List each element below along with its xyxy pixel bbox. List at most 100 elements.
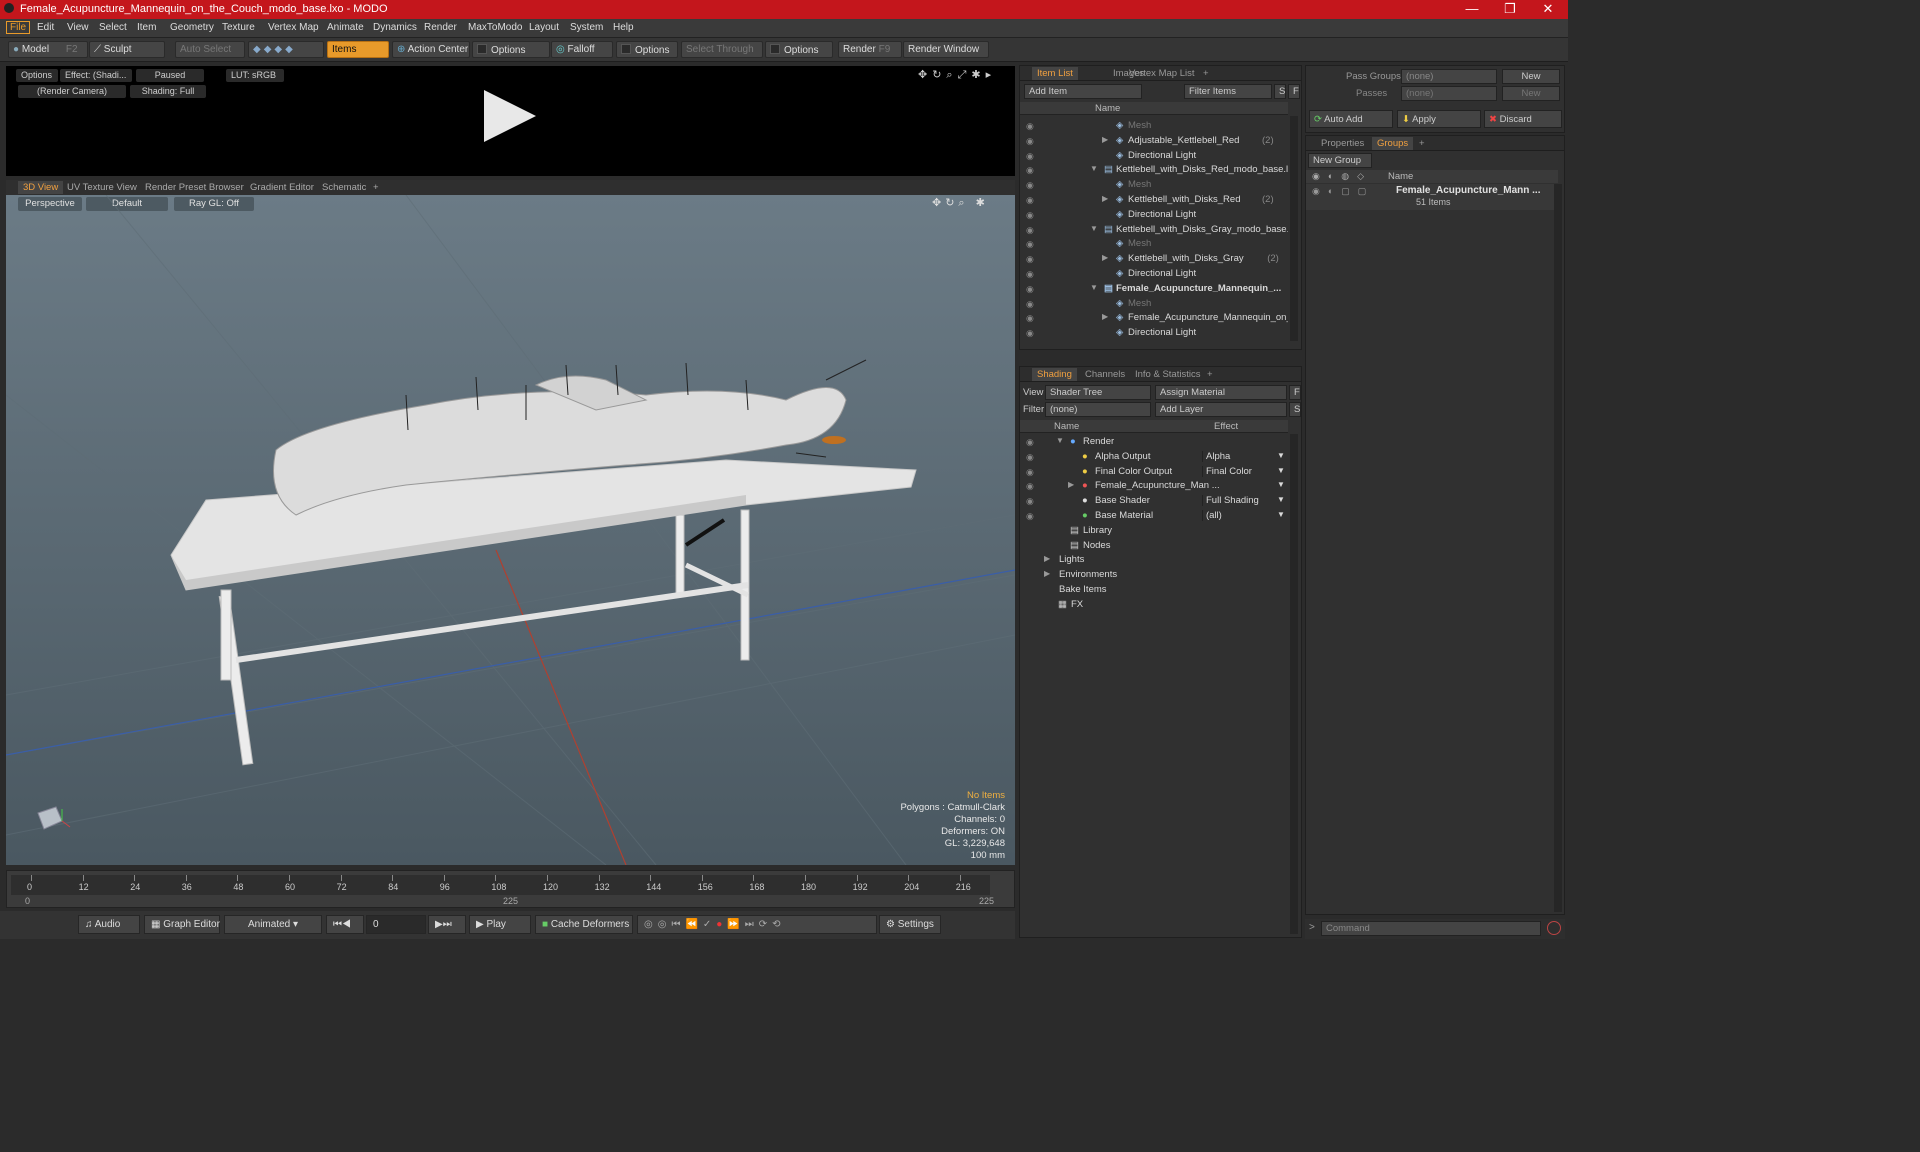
preview-shading-dropdown[interactable]: Shading: Full	[130, 85, 206, 98]
preview-lut-dropdown[interactable]: LUT: sRGB	[226, 69, 284, 82]
item-list-row[interactable]: ▶ ◈ Adjustable_Kettlebell_Red (2)	[1080, 135, 1288, 149]
item-list-row[interactable]: ▶ ◈ Kettlebell_with_Disks_Red (2)	[1080, 194, 1288, 208]
new-pass-button[interactable]: New	[1502, 86, 1560, 101]
visibility-eye-icon[interactable]: ◉	[1026, 511, 1036, 521]
passes-dropdown[interactable]: (none)	[1401, 86, 1497, 101]
menu-maxtomodo[interactable]: MaxToModo	[468, 22, 522, 33]
menu-geometry[interactable]: Geometry	[170, 22, 214, 33]
chevron-down-icon[interactable]: ▼	[1277, 510, 1285, 519]
render-window-button[interactable]: Render Window	[903, 41, 989, 58]
add-layer-dropdown[interactable]: Add Layer	[1155, 402, 1287, 417]
frame-field[interactable]: 0	[366, 915, 426, 934]
shading-filter-dropdown[interactable]: (none)	[1045, 402, 1151, 417]
menu-edit[interactable]: Edit	[37, 22, 54, 33]
tab-properties[interactable]: Properties	[1316, 137, 1369, 150]
menu-item[interactable]: Item	[137, 22, 156, 33]
expand-arrow-icon[interactable]: ▶	[1102, 194, 1108, 203]
shading-f-button[interactable]: F	[1289, 385, 1301, 400]
preview-paused-button[interactable]: Paused	[136, 69, 204, 82]
step-forward-button[interactable]: ▶⏭	[428, 915, 466, 934]
visibility-eye-icon[interactable]: ◉	[1026, 313, 1036, 323]
expand-arrow-icon[interactable]: ▶	[1102, 253, 1108, 262]
item-list-row[interactable]: ◈ Directional Light	[1080, 327, 1288, 341]
shader-tree-row[interactable]: Bake Items	[1044, 584, 1288, 598]
graph-editor-button[interactable]: ▦ Graph Editor	[144, 915, 220, 934]
action-center-button[interactable]: ⊕ Action Center	[392, 41, 470, 58]
chevron-down-icon[interactable]: ▼	[1277, 480, 1285, 489]
sculpt-mode-button[interactable]: ⟋ Sculpt	[89, 41, 165, 58]
new-group-button[interactable]: New Group	[1308, 153, 1372, 168]
expand-arrow-icon[interactable]: ▼	[1056, 436, 1064, 445]
add-item-dropdown[interactable]: Add Item	[1024, 84, 1142, 99]
pass-groups-dropdown[interactable]: (none)	[1401, 69, 1497, 84]
preview-nav-icons[interactable]: ✥↻⌕⤢✱▸	[918, 68, 996, 82]
group-row-toggles[interactable]: ◉◐▢▢	[1312, 186, 1374, 197]
visibility-eye-icon[interactable]: ◉	[1026, 225, 1036, 235]
expand-arrow-icon[interactable]: ▼	[1090, 283, 1098, 292]
menu-animate[interactable]: Animate	[327, 22, 364, 33]
cache-deformers-button[interactable]: ■ Cache Deformers	[535, 915, 633, 934]
play-icon[interactable]	[482, 88, 538, 144]
add-shading-tab[interactable]: +	[1202, 368, 1218, 381]
item-list-row[interactable]: ◈ Mesh	[1080, 179, 1288, 193]
menu-help[interactable]: Help	[613, 22, 634, 33]
visibility-eye-icon[interactable]: ◉	[1026, 481, 1036, 491]
shader-tree-row[interactable]: ▤ Library	[1044, 525, 1288, 539]
auto-add-button[interactable]: ⟳ Auto Add	[1309, 110, 1393, 128]
chevron-down-icon[interactable]: ▼	[1277, 466, 1285, 475]
select-through-options-button[interactable]: Options	[765, 41, 833, 58]
assign-material-field[interactable]: Assign Material	[1155, 385, 1287, 400]
expand-arrow-icon[interactable]: ▼	[1090, 164, 1098, 173]
tab-3d-view[interactable]: 3D View	[18, 181, 64, 194]
item-list-row[interactable]: ◈ Directional Light	[1080, 268, 1288, 282]
visibility-eye-icon[interactable]: ◉	[1026, 180, 1036, 190]
audio-button[interactable]: ♫ Audio	[78, 915, 140, 934]
visibility-eye-icon[interactable]: ◉	[1026, 151, 1036, 161]
visibility-eye-icon[interactable]: ◉	[1026, 284, 1036, 294]
key-tools[interactable]: ◎◎⏮⏪✓●⏩⏭⟳⟲	[637, 915, 877, 934]
visibility-eye-icon[interactable]: ◉	[1026, 210, 1036, 220]
menu-vertex-map[interactable]: Vertex Map	[268, 22, 319, 33]
expand-arrow-icon[interactable]: ▶	[1102, 312, 1108, 321]
groups-scrollbar[interactable]	[1554, 184, 1562, 912]
shader-scrollbar[interactable]	[1290, 434, 1298, 934]
item-list-row[interactable]: ◈ Mesh	[1080, 238, 1288, 252]
record-icon[interactable]	[1547, 921, 1561, 935]
menu-system[interactable]: System	[570, 22, 603, 33]
action-center-options-button[interactable]: Options	[472, 41, 550, 58]
new-pass-group-button[interactable]: New	[1502, 69, 1560, 84]
selection-mode-icons[interactable]: ◆◆◆◆	[248, 41, 324, 58]
visibility-eye-icon[interactable]: ◉	[1026, 136, 1036, 146]
menu-view[interactable]: View	[67, 22, 89, 33]
tab-info-statistics[interactable]: Info & Statistics	[1130, 368, 1205, 381]
filter-s-button[interactable]: S	[1274, 84, 1286, 99]
item-list-scrollbar[interactable]	[1290, 116, 1298, 341]
tab-channels[interactable]: Channels	[1080, 368, 1130, 381]
tab-gradient-editor[interactable]: Gradient Editor	[245, 181, 319, 194]
tab-vertex-map-list[interactable]: Vertex Map List	[1124, 67, 1199, 80]
tab-schematic[interactable]: Schematic	[317, 181, 371, 194]
falloff-button[interactable]: ◎ Falloff	[551, 41, 613, 58]
shader-tree-row[interactable]: ● Base Material (all) ▼	[1044, 510, 1288, 524]
add-panel-tab[interactable]: +	[1198, 67, 1214, 80]
visibility-eye-icon[interactable]: ◉	[1026, 452, 1036, 462]
item-list-row[interactable]: ◈ Mesh	[1080, 120, 1288, 134]
chevron-down-icon[interactable]: ▼	[1277, 495, 1285, 504]
shader-tree-row[interactable]: ● Base Shader Full Shading ▼	[1044, 495, 1288, 509]
expand-arrow-icon[interactable]: ▶	[1044, 569, 1050, 578]
timeline[interactable]: 0 12 24 36 48 60 72 84 96 108 120 132 144 156 168 180 19…	[6, 870, 1015, 908]
expand-arrow-icon[interactable]: ▼	[1090, 224, 1098, 233]
add-groups-tab[interactable]: +	[1414, 137, 1430, 150]
expand-arrow-icon[interactable]: ▶	[1044, 554, 1050, 563]
menu-layout[interactable]: Layout	[529, 22, 559, 33]
item-list-row[interactable]: ▶ ◈ Kettlebell_with_Disks_Gray (2)	[1080, 253, 1288, 267]
add-tab-button[interactable]: +	[368, 181, 384, 194]
item-list-row[interactable]: ▼ ▤ Kettlebell_with_Disks_Gray_modo_base.l…	[1080, 224, 1288, 238]
visibility-eye-icon[interactable]: ◉	[1026, 467, 1036, 477]
expand-arrow-icon[interactable]: ▶	[1068, 480, 1074, 489]
shader-tree-row[interactable]: ▼ ● Render	[1044, 436, 1288, 450]
shader-tree-row[interactable]: ▤ Nodes	[1044, 540, 1288, 554]
tab-shading[interactable]: Shading	[1032, 368, 1077, 381]
shader-tree-row[interactable]: ● Alpha Output Alpha ▼	[1044, 450, 1288, 465]
shader-tree-row[interactable]: ▦ FX	[1044, 599, 1288, 613]
